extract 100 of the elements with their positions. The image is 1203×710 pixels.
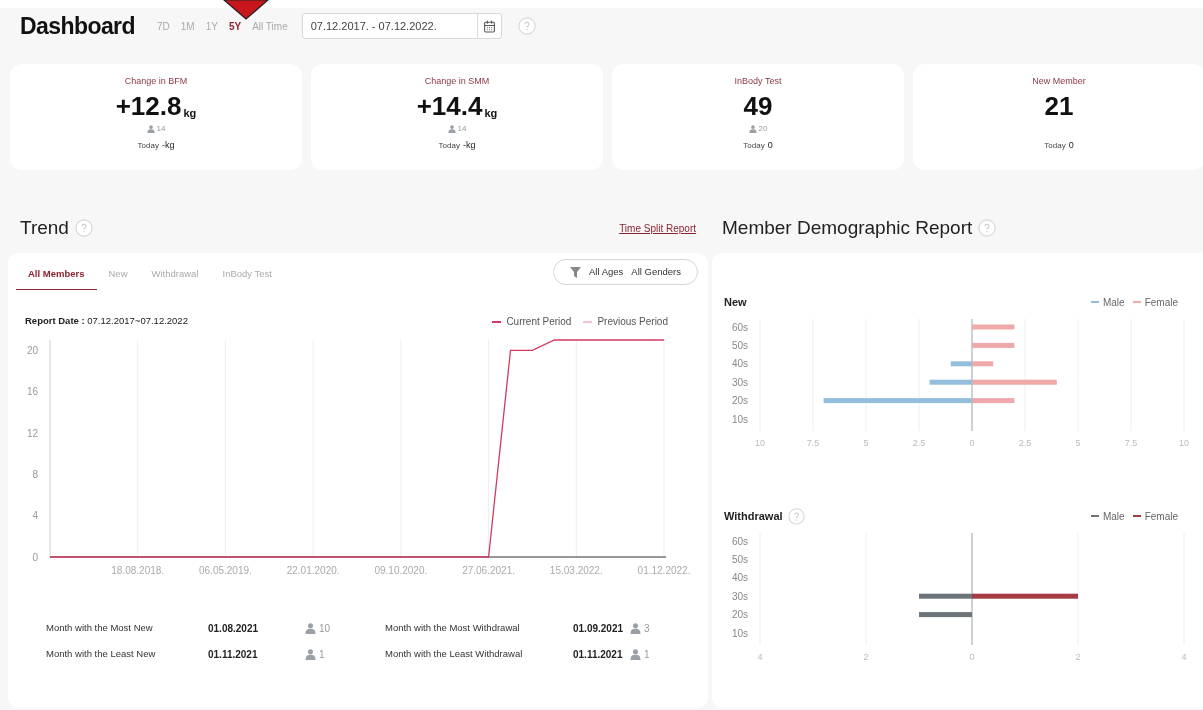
person-icon — [305, 649, 316, 660]
chart-title: New — [724, 294, 747, 310]
axis-label: 10 — [1179, 438, 1189, 448]
axis-label: 4 — [1181, 652, 1187, 662]
stat-date: 01.11.2021 — [208, 648, 259, 662]
bar — [972, 342, 1015, 348]
axis-label: 50s — [731, 339, 748, 351]
filter-value: All Genders — [631, 264, 681, 279]
axis-label: 60s — [731, 535, 748, 547]
axis-label: 50s — [731, 553, 748, 565]
axis-label: 2 — [1075, 652, 1081, 662]
legend-label: Male — [1102, 509, 1125, 524]
person-icon — [146, 125, 155, 133]
today-value: -kg — [161, 138, 175, 152]
today-value: 0 — [767, 138, 773, 152]
stat-label: Month with the Most Withdrawal — [385, 621, 521, 635]
stat-count: 1 — [644, 648, 650, 662]
person-icon — [630, 623, 641, 634]
stat-label: Month with the Least Withdrawal — [385, 647, 524, 661]
calendar-icon — [482, 19, 496, 33]
legend-label: Previous Period — [597, 315, 668, 329]
trend-tab[interactable]: All Members — [16, 259, 97, 290]
axis-label: 12 — [26, 427, 38, 439]
axis-label: 30s — [731, 590, 748, 602]
card-value: +12.8 — [115, 92, 182, 119]
axis-label: 18.08.2018. — [111, 565, 165, 576]
axis-label: 16 — [26, 386, 38, 398]
help-icon[interactable] — [787, 507, 805, 525]
help-icon[interactable] — [74, 219, 93, 237]
axis-label: 09.10.2020. — [374, 565, 428, 576]
axis-label: 2.5 — [912, 438, 926, 448]
axis-label: 5 — [863, 438, 869, 448]
axis-label: 7.5 — [806, 438, 820, 448]
card-title: Change in BFM — [124, 75, 188, 88]
member-count: 14 — [156, 123, 166, 135]
date-range-field[interactable]: 07.12.2017. - 07.12.2022. — [301, 13, 502, 39]
axis-label: 30s — [731, 376, 748, 388]
legend-label: Female — [1144, 509, 1178, 524]
period-tab[interactable]: 1Y — [205, 18, 218, 34]
axis-label: 5 — [1075, 438, 1081, 448]
stat-date: 01.11.2021 — [573, 648, 624, 662]
time-split-report-link[interactable]: Time Split Report — [619, 220, 696, 236]
axis-label: 20s — [731, 395, 748, 407]
card-title: InBody Test — [734, 75, 782, 88]
trend-tab[interactable]: New — [96, 259, 140, 290]
legend-label: Male — [1102, 295, 1125, 310]
period-tab[interactable]: 5Y — [228, 18, 242, 34]
card-value: 21 — [1044, 92, 1074, 119]
card-value: +14.4 — [416, 92, 483, 119]
axis-label: 10s — [731, 627, 748, 639]
member-count: 14 — [457, 123, 467, 135]
today-label: Today — [438, 140, 460, 152]
stat-date: 01.08.2021 — [208, 622, 260, 636]
axis-label: 01.12.2022. — [637, 565, 691, 576]
chart-title: Withdrawal — [724, 508, 783, 524]
axis-label: 10 — [755, 438, 765, 448]
trend-tab[interactable]: Withdrawal — [139, 259, 211, 290]
person-icon — [630, 649, 641, 660]
card-title: Change in SMM — [424, 75, 490, 88]
axis-label: 0 — [32, 551, 38, 563]
period-tab[interactable]: 7D — [156, 18, 170, 34]
date-range-value: 07.12.2017. - 07.12.2022. — [309, 18, 438, 34]
axis-label: 7.5 — [1124, 438, 1138, 448]
card-title: New Member — [1032, 75, 1086, 88]
axis-label: 40s — [731, 572, 748, 584]
axis-label: 4 — [757, 652, 763, 662]
help-icon[interactable] — [517, 17, 536, 35]
pointer-arrow-icon — [223, 0, 269, 20]
axis-label: 10s — [731, 413, 748, 425]
period-tab[interactable]: 1M — [180, 18, 195, 34]
today-label: Today — [1044, 140, 1066, 152]
stat-date: 01.09.2021 — [573, 622, 625, 636]
bar — [919, 612, 972, 618]
axis-label: 15.03.2022. — [549, 565, 603, 576]
axis-label: 0 — [969, 652, 975, 662]
stat-label: Month with the Least New — [46, 647, 157, 661]
axis-label: 06.05.2019. — [199, 565, 252, 576]
report-date: Report Date : 07.12.2017~07.12.2022 — [25, 314, 188, 329]
trend-tab[interactable]: InBody Test — [210, 259, 284, 290]
today-value: 0 — [1068, 138, 1074, 152]
axis-label: 60s — [731, 321, 748, 333]
today-label: Today — [743, 140, 765, 152]
axis-label: 2.5 — [1018, 438, 1032, 448]
person-icon — [748, 125, 757, 133]
today-value: -kg — [462, 138, 476, 152]
help-icon[interactable] — [978, 219, 997, 237]
axis-label: 20 — [26, 344, 38, 356]
axis-label: 0 — [969, 438, 975, 448]
axis-label: 2 — [863, 652, 869, 662]
card-unit: kg — [183, 107, 197, 119]
period-tab[interactable]: All Time — [252, 18, 288, 34]
person-icon — [305, 623, 316, 634]
legend-label: Current Period — [506, 315, 572, 329]
section-title: Trend — [20, 215, 69, 240]
filter-icon — [570, 266, 582, 278]
stat-count: 3 — [644, 622, 650, 636]
axis-label: 27.06.2021. — [462, 565, 515, 576]
legend-label: Female — [1144, 295, 1178, 310]
page-title: Dashboard — [20, 11, 135, 41]
section-title: Member Demographic Report — [722, 215, 973, 240]
